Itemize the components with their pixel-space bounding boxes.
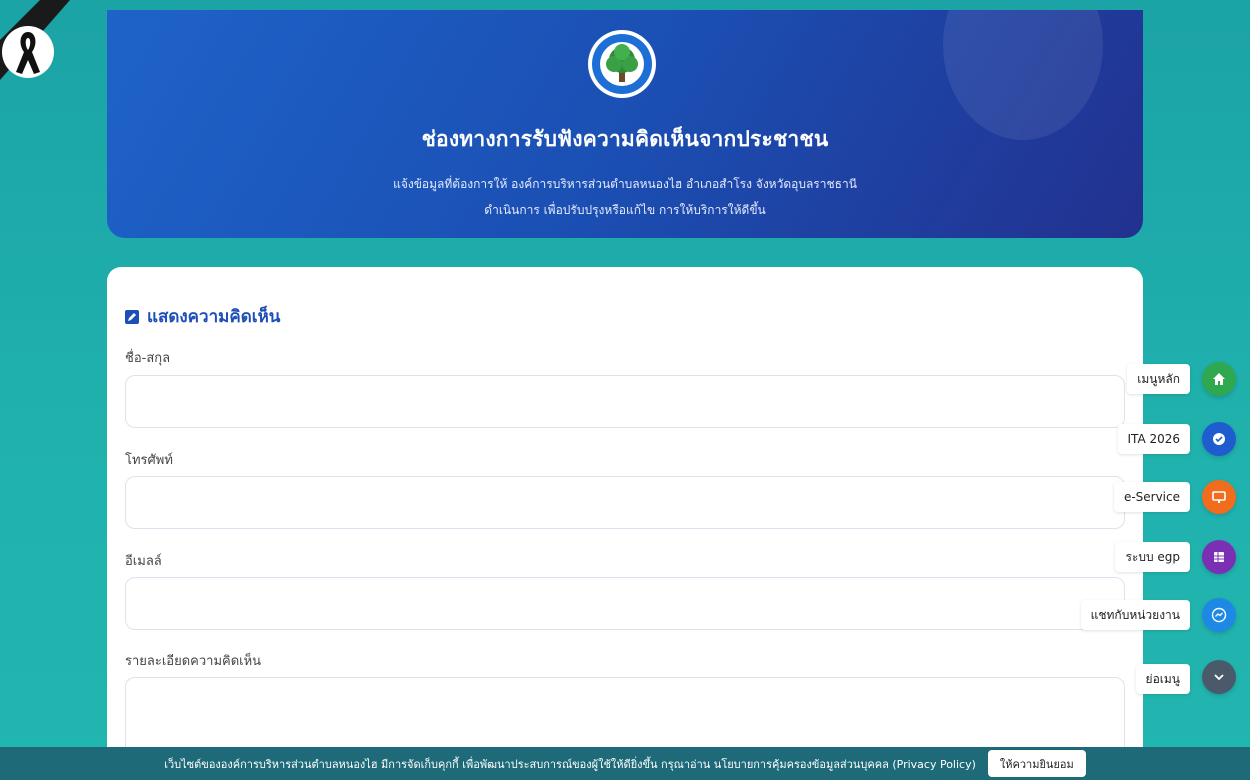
chat-button[interactable]: [1202, 598, 1236, 632]
collapse-menu-button[interactable]: [1202, 660, 1236, 694]
phone-label: โทรศัพท์: [125, 453, 173, 468]
decorative-bubble: [943, 10, 1103, 140]
cookie-consent-bar: เว็บไซต์ขององค์การบริหารส่วนตำบลหนองไฮ ม…: [0, 747, 1250, 780]
name-label: ชื่อ-สกุล: [125, 351, 171, 366]
email-field[interactable]: [125, 577, 1125, 630]
name-field[interactable]: [125, 375, 1125, 428]
page-title: ช่องทางการรับฟังความคิดเห็นจากประชาชน: [421, 127, 829, 151]
comment-form-card: แสดงความคิดเห็น ชื่อ-สกุล โทรศัพท์ อีเมล…: [107, 267, 1143, 780]
form-heading: แสดงความคิดเห็น: [125, 303, 280, 330]
menu-label-ita[interactable]: ITA 2026: [1117, 424, 1190, 454]
eservice-button[interactable]: [1202, 480, 1236, 514]
menu-label-main[interactable]: เมนูหลัก: [1127, 364, 1190, 394]
menu-label-chat[interactable]: แชทกับหน่วยงาน: [1080, 600, 1190, 630]
menu-label-eservice[interactable]: e-Service: [1113, 482, 1190, 512]
cookie-message: เว็บไซต์ขององค์การบริหารส่วนตำบลหนองไฮ ม…: [164, 757, 976, 771]
badge-check-icon: [1213, 433, 1225, 445]
email-label: อีเมลล์: [125, 554, 162, 569]
home-icon: [1213, 373, 1225, 385]
messenger-icon: [1211, 607, 1227, 623]
menu-label-egp[interactable]: ระบบ egp: [1115, 542, 1190, 572]
comment-textarea[interactable]: [125, 677, 1125, 757]
phone-field[interactable]: [125, 476, 1125, 529]
ita-button[interactable]: [1202, 422, 1236, 456]
comment-label: รายละเอียดความคิดเห็น: [125, 654, 262, 669]
mourning-ribbon-icon: [0, 0, 70, 80]
hero-banner: ช่องทางการรับฟังความคิดเห็นจากประชาชน แจ…: [107, 10, 1143, 238]
chevron-down-icon: [1214, 674, 1224, 681]
accept-cookie-button[interactable]: ให้ความยินยอม: [987, 750, 1086, 777]
egp-button[interactable]: [1202, 540, 1236, 574]
form-heading-label: แสดงความคิดเห็น: [147, 307, 281, 327]
home-button[interactable]: [1202, 362, 1236, 396]
hero-subtitle: แจ้งข้อมูลที่ต้องการให้ องค์การบริหารส่ว…: [393, 177, 857, 191]
hero-subtitle: ดำเนินการ เพื่อปรับปรุงหรือแก้ไข การให้บ…: [484, 203, 766, 217]
menu-label-collapse[interactable]: ย่อเมนู: [1135, 664, 1190, 694]
edit-square-icon: [125, 309, 139, 324]
grid-icon: [1214, 552, 1224, 562]
monitor-icon: [1212, 491, 1226, 503]
organization-logo: [588, 30, 656, 98]
